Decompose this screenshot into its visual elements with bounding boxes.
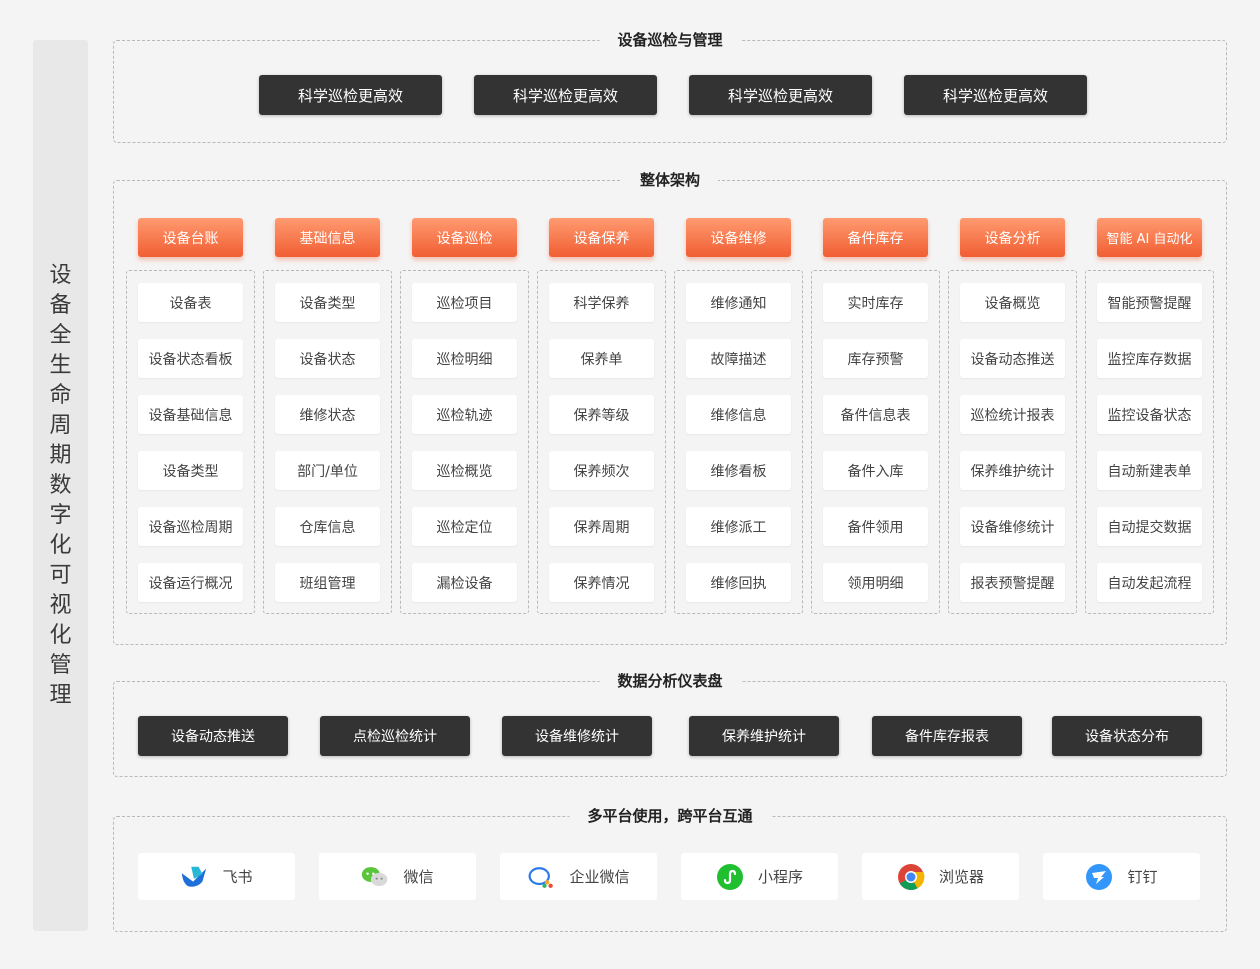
feature-item[interactable]: 维修回执 xyxy=(686,563,791,602)
category-header[interactable]: 设备维修 xyxy=(686,218,791,257)
feature-item[interactable]: 设备表 xyxy=(138,283,243,322)
feature-item[interactable]: 保养频次 xyxy=(549,451,654,490)
feature-item[interactable]: 巡检明细 xyxy=(412,339,517,378)
feature-item[interactable]: 库存预警 xyxy=(823,339,928,378)
feature-item[interactable]: 实时库存 xyxy=(823,283,928,322)
feature-item[interactable]: 保养情况 xyxy=(549,563,654,602)
feature-item[interactable]: 故障描述 xyxy=(686,339,791,378)
feature-item[interactable]: 自动新建表单 xyxy=(1097,451,1202,490)
feature-item[interactable]: 保养单 xyxy=(549,339,654,378)
wecom-icon xyxy=(527,863,555,891)
feature-item[interactable]: 设备类型 xyxy=(138,451,243,490)
category-header[interactable]: 设备分析 xyxy=(960,218,1065,257)
side-banner: 设备全生命周期数字化可视化管理 xyxy=(33,40,88,931)
platform-wecom[interactable]: 企业微信 xyxy=(500,853,657,900)
category-header[interactable]: 智能 AI 自动化 xyxy=(1097,218,1202,257)
architecture-section-title: 整体架构 xyxy=(621,169,719,191)
platform-label: 微信 xyxy=(403,868,434,886)
feature-item[interactable]: 领用明细 xyxy=(823,563,928,602)
category-header[interactable]: 设备台账 xyxy=(138,218,243,257)
chrome-browser-icon xyxy=(897,863,925,891)
feature-item[interactable]: 漏检设备 xyxy=(412,563,517,602)
dashboard-button[interactable]: 设备动态推送 xyxy=(138,716,288,756)
feature-item[interactable]: 保养等级 xyxy=(549,395,654,434)
feature-item[interactable]: 科学保养 xyxy=(549,283,654,322)
category-column: 设备概览设备动态推送 巡检统计报表 保养维护统计 设备维修统计 报表预警提醒 xyxy=(948,270,1077,614)
feature-item[interactable]: 部门/单位 xyxy=(275,451,380,490)
feature-item[interactable]: 维修通知 xyxy=(686,283,791,322)
dashboard-button[interactable]: 设备维修统计 xyxy=(502,716,652,756)
inspection-button[interactable]: 科学巡检更高效 xyxy=(474,75,657,115)
category-column: 设备类型设备状态维修状态部门/单位仓库信息班组管理 xyxy=(263,270,392,614)
category-column: 实时库存库存预警备件信息表备件入库备件领用领用明细 xyxy=(811,270,940,614)
inspection-button[interactable]: 科学巡检更高效 xyxy=(259,75,442,115)
platform-label: 企业微信 xyxy=(569,868,630,886)
feature-item[interactable]: 仓库信息 xyxy=(275,507,380,546)
feishu-icon xyxy=(180,863,208,891)
platform-dingtalk[interactable]: 钉钉 xyxy=(1043,853,1200,900)
feature-item[interactable]: 设备状态看板 xyxy=(138,339,243,378)
feature-item[interactable]: 备件入库 xyxy=(823,451,928,490)
platform-miniprogram[interactable]: 小程序 xyxy=(681,853,838,900)
feature-item[interactable]: 巡检统计报表 xyxy=(960,395,1065,434)
platform-feishu[interactable]: 飞书 xyxy=(138,853,295,900)
feature-item[interactable]: 报表预警提醒 xyxy=(960,563,1065,602)
feature-item[interactable]: 备件信息表 xyxy=(823,395,928,434)
category-column: 智能预警提醒 监控库存数据 监控设备状态 自动新建表单 自动提交数据 自动发起流程 xyxy=(1085,270,1214,614)
dashboard-section-title: 数据分析仪表盘 xyxy=(599,670,741,692)
dashboard-button[interactable]: 点检巡检统计 xyxy=(320,716,470,756)
feature-item[interactable]: 智能预警提醒 xyxy=(1097,283,1202,322)
feature-item[interactable]: 监控设备状态 xyxy=(1097,395,1202,434)
feature-item[interactable]: 设备基础信息 xyxy=(138,395,243,434)
platforms-section-title: 多平台使用，跨平台互通 xyxy=(569,805,771,827)
feature-item[interactable]: 巡检项目 xyxy=(412,283,517,322)
platform-label: 浏览器 xyxy=(938,868,984,886)
category-header[interactable]: 基础信息 xyxy=(275,218,380,257)
feature-item[interactable]: 维修派工 xyxy=(686,507,791,546)
feature-item[interactable]: 保养周期 xyxy=(549,507,654,546)
category-header[interactable]: 设备巡检 xyxy=(412,218,517,257)
feature-item[interactable]: 设备概览 xyxy=(960,283,1065,322)
feature-item[interactable]: 维修状态 xyxy=(275,395,380,434)
feature-item[interactable]: 维修看板 xyxy=(686,451,791,490)
feature-item[interactable]: 自动发起流程 xyxy=(1097,563,1202,602)
platform-wechat[interactable]: 微信 xyxy=(319,853,476,900)
feature-item[interactable]: 巡检概览 xyxy=(412,451,517,490)
category-column: 科学保养保养单保养等级保养频次保养周期保养情况 xyxy=(537,270,666,614)
feature-item[interactable]: 设备类型 xyxy=(275,283,380,322)
platform-label: 小程序 xyxy=(757,868,803,886)
platform-label: 钉钉 xyxy=(1127,868,1158,886)
platform-browser[interactable]: 浏览器 xyxy=(862,853,1019,900)
wechat-icon xyxy=(361,863,389,891)
feature-item[interactable]: 设备动态推送 xyxy=(960,339,1065,378)
feature-item[interactable]: 监控库存数据 xyxy=(1097,339,1202,378)
feature-item[interactable]: 设备维修统计 xyxy=(960,507,1065,546)
feature-item[interactable]: 设备状态 xyxy=(275,339,380,378)
dashboard-button[interactable]: 设备状态分布 xyxy=(1052,716,1202,756)
platform-label: 飞书 xyxy=(222,868,253,886)
inspection-section-title: 设备巡检与管理 xyxy=(599,29,741,51)
category-header[interactable]: 设备保养 xyxy=(549,218,654,257)
category-column: 巡检项目巡检明细巡检轨迹巡检概览巡检定位漏检设备 xyxy=(400,270,529,614)
category-column: 设备表设备状态看板 设备基础信息 设备类型设备巡检周期 设备运行概况 xyxy=(126,270,255,614)
feature-item[interactable]: 自动提交数据 xyxy=(1097,507,1202,546)
side-banner-title: 设备全生命周期数字化可视化管理 xyxy=(49,262,72,708)
category-column: 维修通知故障描述维修信息维修看板维修派工维修回执 xyxy=(674,270,803,614)
inspection-button[interactable]: 科学巡检更高效 xyxy=(904,75,1087,115)
feature-item[interactable]: 巡检轨迹 xyxy=(412,395,517,434)
dashboard-button[interactable]: 备件库存报表 xyxy=(872,716,1022,756)
miniprogram-icon xyxy=(716,863,744,891)
feature-item[interactable]: 巡检定位 xyxy=(412,507,517,546)
feature-item[interactable]: 保养维护统计 xyxy=(960,451,1065,490)
dingtalk-icon xyxy=(1085,863,1113,891)
category-header[interactable]: 备件库存 xyxy=(823,218,928,257)
feature-item[interactable]: 备件领用 xyxy=(823,507,928,546)
feature-item[interactable]: 设备运行概况 xyxy=(138,563,243,602)
dashboard-button[interactable]: 保养维护统计 xyxy=(689,716,839,756)
feature-item[interactable]: 维修信息 xyxy=(686,395,791,434)
feature-item[interactable]: 班组管理 xyxy=(275,563,380,602)
feature-item[interactable]: 设备巡检周期 xyxy=(138,507,243,546)
inspection-button[interactable]: 科学巡检更高效 xyxy=(689,75,872,115)
